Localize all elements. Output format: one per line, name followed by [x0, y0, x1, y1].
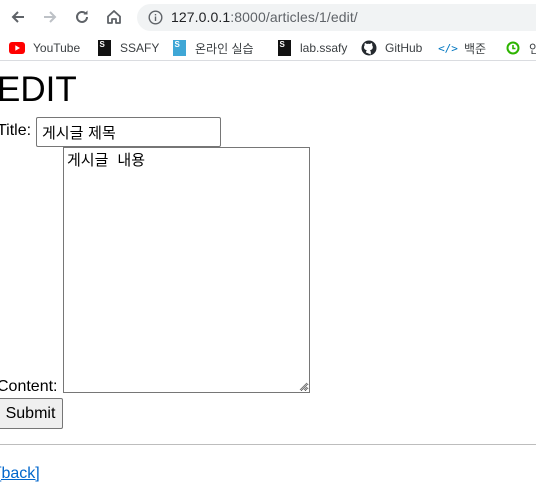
bookmark-label: 온라인 실습	[195, 41, 254, 56]
url-host: 127.0.0.1	[171, 9, 231, 25]
bookmark-ssafy[interactable]: S SSAFY	[96, 38, 159, 58]
info-icon[interactable]	[148, 10, 163, 25]
green-circle-icon	[505, 40, 521, 56]
ssafy-online-icon: S	[171, 40, 187, 56]
title-label: Title:	[0, 122, 32, 139]
bookmark-lab-ssafy[interactable]: S lab.ssafy	[276, 38, 347, 58]
arrow-right-icon	[44, 11, 57, 23]
bookmark-label: lab.ssafy	[300, 41, 348, 55]
submit-button[interactable]: Submit	[0, 398, 63, 429]
home-icon	[107, 10, 121, 24]
url-text: 127.0.0.1:8000/articles/1/edit/	[171, 9, 358, 26]
bookmarks-bar: YouTube S SSAFY S 온라인 실습 S lab.ssafy Git…	[0, 34, 536, 61]
address-bar[interactable]: 127.0.0.1:8000/articles/1/edit/	[137, 4, 536, 31]
browser-toolbar: 127.0.0.1:8000/articles/1/edit/	[0, 0, 536, 34]
content-label: Content:	[0, 378, 58, 395]
content-textarea[interactable]: 게시글 내용	[63, 147, 310, 393]
url-path: :8000/articles/1/edit/	[230, 9, 358, 25]
reload-button[interactable]	[70, 5, 94, 29]
bookmark-label: 인	[529, 40, 536, 57]
bookmark-partial[interactable]: 인	[505, 38, 536, 58]
bookmark-online-practice[interactable]: S 온라인 실습	[171, 38, 254, 58]
bookmark-label: YouTube	[33, 41, 81, 55]
bookmark-github[interactable]: GitHub	[361, 38, 422, 58]
youtube-icon	[9, 40, 25, 56]
ssafy-lab-icon: S	[276, 40, 292, 56]
bookmark-label: GitHub	[385, 41, 423, 55]
back-link[interactable]: [back]	[0, 465, 40, 483]
ssafy-icon: S	[96, 40, 112, 56]
page-content: EDIT Title: Content: 게시글 내용 Submit [back…	[0, 62, 536, 498]
back-button[interactable]	[6, 5, 30, 29]
bookmark-label: 백준	[464, 41, 487, 56]
bookmark-label: SSAFY	[120, 41, 160, 55]
baekjoon-icon: </>	[438, 41, 458, 55]
title-input[interactable]	[36, 117, 221, 147]
page-title: EDIT	[0, 70, 77, 109]
bookmark-youtube[interactable]: YouTube	[9, 38, 80, 58]
github-icon	[361, 40, 377, 56]
arrow-left-icon	[11, 11, 24, 23]
reload-icon	[76, 10, 88, 23]
forward-button[interactable]	[38, 5, 62, 29]
bookmark-baekjoon[interactable]: </> 백준	[438, 38, 487, 58]
home-button[interactable]	[102, 5, 126, 29]
divider	[0, 444, 536, 445]
